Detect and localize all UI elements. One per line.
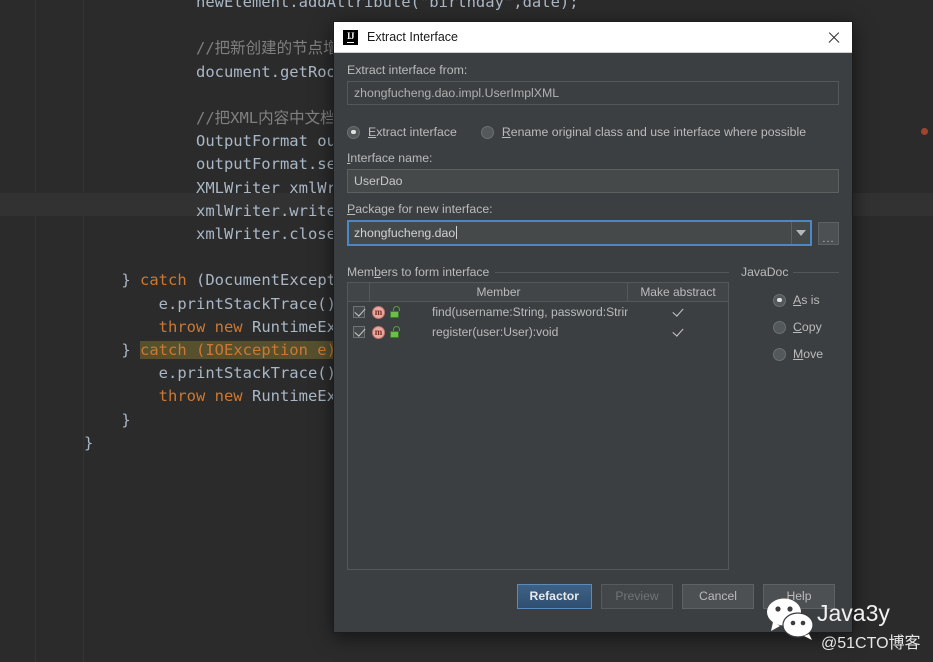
close-icon[interactable] [824, 27, 844, 47]
javadoc-panel: JavaDoc As is Copy Move [741, 265, 839, 570]
package-combobox[interactable]: zhongfucheng.dao [347, 220, 812, 246]
legend-rule [495, 271, 729, 273]
radio-indicator[interactable] [773, 347, 786, 361]
package-input[interactable]: zhongfucheng.dao [349, 226, 791, 240]
members-table-header: Member Make abstract [348, 283, 728, 302]
public-lock-icon [390, 306, 401, 318]
members-legend-text: Members to form interface [347, 265, 490, 279]
member-signature: find(username:String, password:Strin [432, 305, 628, 319]
method-icon: m [372, 305, 385, 319]
public-lock-icon [390, 326, 401, 338]
method-icon: m [372, 325, 385, 339]
chevron-down-icon[interactable] [791, 222, 810, 244]
javadoc-radio-label: Copy [793, 320, 822, 334]
members-legend: Members to form interface [347, 265, 729, 279]
gutter-divider-1 [35, 0, 36, 662]
dialog-button-bar: Refactor Preview Cancel Help [334, 570, 852, 632]
interface-name-group: Interface name: UserDao [347, 151, 839, 193]
cancel-button[interactable]: Cancel [682, 583, 754, 609]
header-make-abstract-col[interactable]: Make abstract [628, 283, 728, 301]
row-checkbox[interactable] [353, 326, 365, 338]
refactor-button[interactable]: Refactor [516, 583, 592, 609]
header-member-col[interactable]: Member [370, 283, 628, 301]
row-checkbox[interactable] [353, 306, 365, 318]
radio-extract-interface-label: Extract interface [368, 125, 457, 139]
members-javadoc-row: Members to form interface Member Make ab… [347, 265, 839, 570]
table-row[interactable]: m register(user:User):void [348, 322, 728, 342]
javadoc-radio-as-is[interactable]: As is [773, 293, 839, 307]
radio-extract-interface[interactable] [347, 125, 360, 139]
package-label: Package for new interface: [347, 202, 493, 216]
help-button[interactable]: Help [763, 583, 835, 609]
dialog-titlebar: IJ Extract Interface [334, 22, 852, 53]
dialog-body: Extract interface from: zhongfucheng.dao… [334, 53, 852, 570]
javadoc-radio-move[interactable]: Move [773, 347, 839, 361]
row-select-cell[interactable] [348, 326, 370, 338]
preview-button: Preview [601, 583, 673, 609]
interface-name-input[interactable]: UserDao [347, 169, 839, 193]
members-table-body: m find(username:String, password:Strin m… [348, 302, 728, 569]
javadoc-radio-label: As is [793, 293, 820, 307]
row-select-cell[interactable] [348, 306, 370, 318]
extract-interface-dialog[interactable]: IJ Extract Interface Extract interface f… [333, 21, 853, 633]
javadoc-legend: JavaDoc [741, 265, 839, 279]
error-stripe-marker[interactable] [921, 128, 928, 135]
javadoc-radio-copy[interactable]: Copy [773, 320, 839, 334]
package-group: Package for new interface: zhongfucheng.… [347, 202, 839, 246]
member-cell[interactable]: m find(username:String, password:Strin [370, 305, 628, 319]
javadoc-radio-label: Move [793, 347, 824, 361]
javadoc-options: As is Copy Move [741, 293, 839, 361]
radio-indicator[interactable] [773, 293, 786, 307]
member-cell[interactable]: m register(user:User):void [370, 325, 628, 339]
javadoc-legend-text: JavaDoc [741, 265, 789, 279]
make-abstract-checkbox[interactable] [672, 326, 684, 338]
mode-radio-group: Extract interface Rename original class … [347, 125, 839, 139]
radio-rename-original-label: Rename original class and use interface … [501, 125, 807, 139]
javadoc-legend-rule [793, 271, 839, 273]
extract-from-label: Extract interface from: [347, 63, 468, 77]
members-table[interactable]: Member Make abstract m find(username:Str… [347, 282, 729, 570]
extract-from-field[interactable]: zhongfucheng.dao.impl.UserImplXML [347, 81, 839, 105]
table-row[interactable]: m find(username:String, password:Strin [348, 302, 728, 322]
members-panel: Members to form interface Member Make ab… [347, 265, 729, 570]
header-check-col [348, 283, 370, 301]
make-abstract-cell[interactable] [628, 326, 728, 338]
extract-from-group: Extract interface from: zhongfucheng.dao… [347, 63, 839, 105]
make-abstract-checkbox[interactable] [672, 306, 684, 318]
intellij-idea-icon: IJ [343, 29, 358, 45]
make-abstract-cell[interactable] [628, 306, 728, 318]
package-browse-button[interactable]: ... [818, 221, 839, 245]
member-signature: register(user:User):void [432, 325, 559, 339]
radio-indicator[interactable] [773, 320, 786, 334]
dialog-title: Extract Interface [367, 30, 459, 44]
radio-rename-original[interactable] [480, 125, 494, 139]
interface-name-label: Interface name: [347, 151, 433, 165]
